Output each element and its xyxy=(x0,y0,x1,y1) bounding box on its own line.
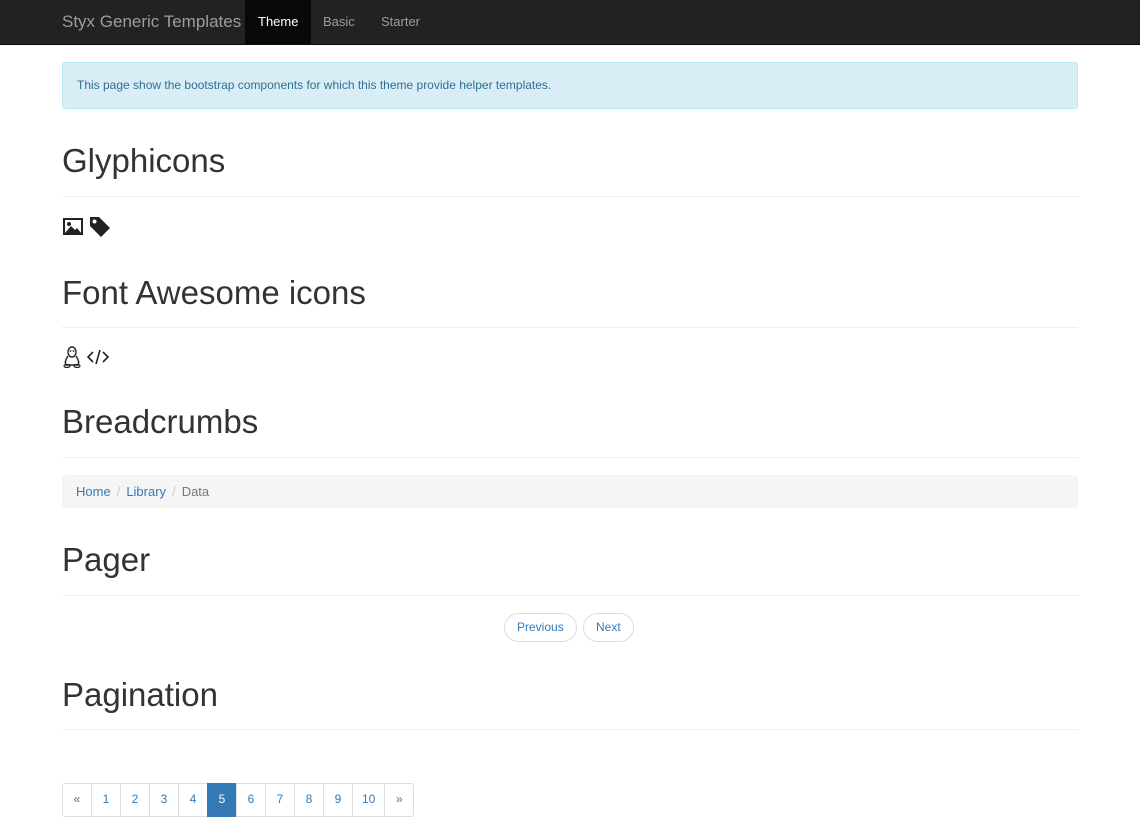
navbar-brand[interactable]: Styx Generic Templates xyxy=(62,0,241,45)
pagination-next[interactable]: » xyxy=(384,783,415,817)
pagination-page[interactable]: 2 xyxy=(120,783,150,817)
divider xyxy=(62,196,1078,197)
pagination-page[interactable]: 8 xyxy=(294,783,324,817)
breadcrumb: Home / Library / Data xyxy=(62,475,1078,508)
pagination-prev[interactable]: « xyxy=(62,783,92,817)
nav-item-theme[interactable]: Theme xyxy=(245,0,312,45)
nav-item-starter[interactable]: Starter xyxy=(368,0,433,45)
breadcrumb-home[interactable]: Home xyxy=(76,484,111,499)
divider xyxy=(62,457,1078,458)
pagination: « 1 2 3 4 5 6 7 8 9 10 » xyxy=(62,783,415,817)
tag-icon xyxy=(88,215,112,240)
pager-previous-button[interactable]: Previous xyxy=(504,613,577,642)
pagination-page[interactable]: 9 xyxy=(323,783,353,817)
font-awesome-row xyxy=(62,346,110,371)
pager-next-button[interactable]: Next xyxy=(583,613,634,642)
code-icon xyxy=(86,346,110,371)
breadcrumb-data: Data xyxy=(181,484,210,499)
pagination-page[interactable]: 4 xyxy=(178,783,208,817)
section-title-pagination: Pagination xyxy=(62,676,218,713)
divider xyxy=(62,327,1078,328)
section-title-font-awesome: Font Awesome icons xyxy=(62,274,366,311)
pagination-page[interactable]: 1 xyxy=(91,783,121,817)
glyphicons-row xyxy=(62,215,112,240)
breadcrumb-library[interactable]: Library xyxy=(126,484,166,499)
pagination-page[interactable]: 10 xyxy=(352,783,386,817)
pagination-page[interactable]: 3 xyxy=(149,783,179,817)
divider xyxy=(62,729,1078,730)
picture-icon xyxy=(62,215,84,240)
pagination-page[interactable]: 6 xyxy=(236,783,266,817)
section-title-breadcrumbs: Breadcrumbs xyxy=(62,403,259,440)
top-navbar: Styx Generic Templates Theme Basic Start… xyxy=(0,0,1140,45)
pagination-page[interactable]: 7 xyxy=(265,783,295,817)
section-title-pager: Pager xyxy=(62,541,151,578)
pagination-page-active[interactable]: 5 xyxy=(207,783,237,817)
nav-item-basic[interactable]: Basic xyxy=(310,0,368,45)
breadcrumb-separator: / xyxy=(116,484,121,499)
breadcrumb-separator: / xyxy=(172,484,176,499)
linux-icon xyxy=(62,346,82,371)
section-title-glyphicons: Glyphicons xyxy=(62,142,226,179)
divider xyxy=(62,595,1078,596)
info-alert: This page show the bootstrap components … xyxy=(62,62,1078,109)
